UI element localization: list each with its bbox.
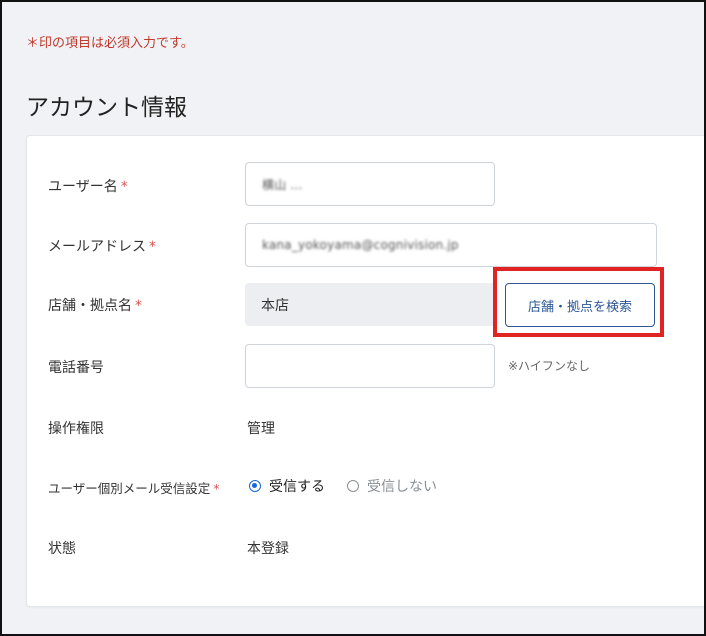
required-mark: * (149, 239, 156, 255)
email-value: kana_yokoyama@cognivision.jp (262, 238, 459, 252)
account-info-card: ユーザー名 * 横山 ... メールアドレス * kana_yokoyama@cog… (26, 135, 704, 607)
permission-label: 操作権限 (48, 418, 104, 438)
username-value: 横山 ... (262, 177, 303, 192)
username-input[interactable]: 横山 ... (245, 162, 495, 206)
store-value: 本店 (261, 297, 289, 314)
screenshot-frame: ＊印の項目は必須入力です。 アカウント情報 ユーザー名 * 横山 ... メールア… (0, 0, 706, 636)
radio-receive-label: 受信する (269, 479, 325, 495)
store-label: 店舗・拠点名 * (48, 295, 142, 315)
phone-input[interactable] (245, 344, 495, 388)
store-search-button[interactable]: 店舗・拠点を検索 (505, 283, 655, 327)
status-label-text: 状態 (48, 541, 76, 557)
username-label: ユーザー名 * (48, 176, 128, 196)
section-title: アカウント情報 (26, 95, 187, 121)
radio-receive-indicator[interactable] (249, 480, 261, 492)
store-label-text: 店舗・拠点名 (48, 298, 132, 314)
required-mark: * (120, 179, 128, 195)
radio-not-receive-indicator[interactable] (347, 480, 359, 492)
phone-label: 電話番号 (48, 357, 104, 377)
store-value-field: 本店 (245, 283, 496, 326)
status-label: 状態 (48, 538, 76, 558)
mail-setting-label: ユーザー個別メール受信設定 * (48, 478, 220, 497)
username-label-text: ユーザー名 (48, 179, 118, 195)
required-fields-notice: ＊印の項目は必須入力です。 (26, 36, 194, 51)
required-mark: * (213, 481, 220, 496)
required-mark: * (135, 298, 142, 314)
permission-value: 管理 (247, 421, 275, 437)
phone-label-text: 電話番号 (48, 360, 104, 376)
email-label: メールアドレス * (48, 236, 156, 256)
radio-receive[interactable]: 受信する (249, 476, 325, 496)
mail-setting-label-text: ユーザー個別メール受信設定 (48, 481, 211, 496)
email-input[interactable]: kana_yokoyama@cognivision.jp (245, 223, 657, 267)
mail-setting-radio-group: 受信する 受信しない (249, 476, 437, 496)
email-label-text: メールアドレス (48, 239, 146, 255)
phone-hint: ※ハイフンなし (508, 359, 591, 373)
status-value: 本登録 (247, 541, 289, 557)
radio-not-receive[interactable]: 受信しない (347, 476, 437, 496)
radio-not-receive-label: 受信しない (367, 479, 437, 495)
permission-label-text: 操作権限 (48, 421, 104, 437)
